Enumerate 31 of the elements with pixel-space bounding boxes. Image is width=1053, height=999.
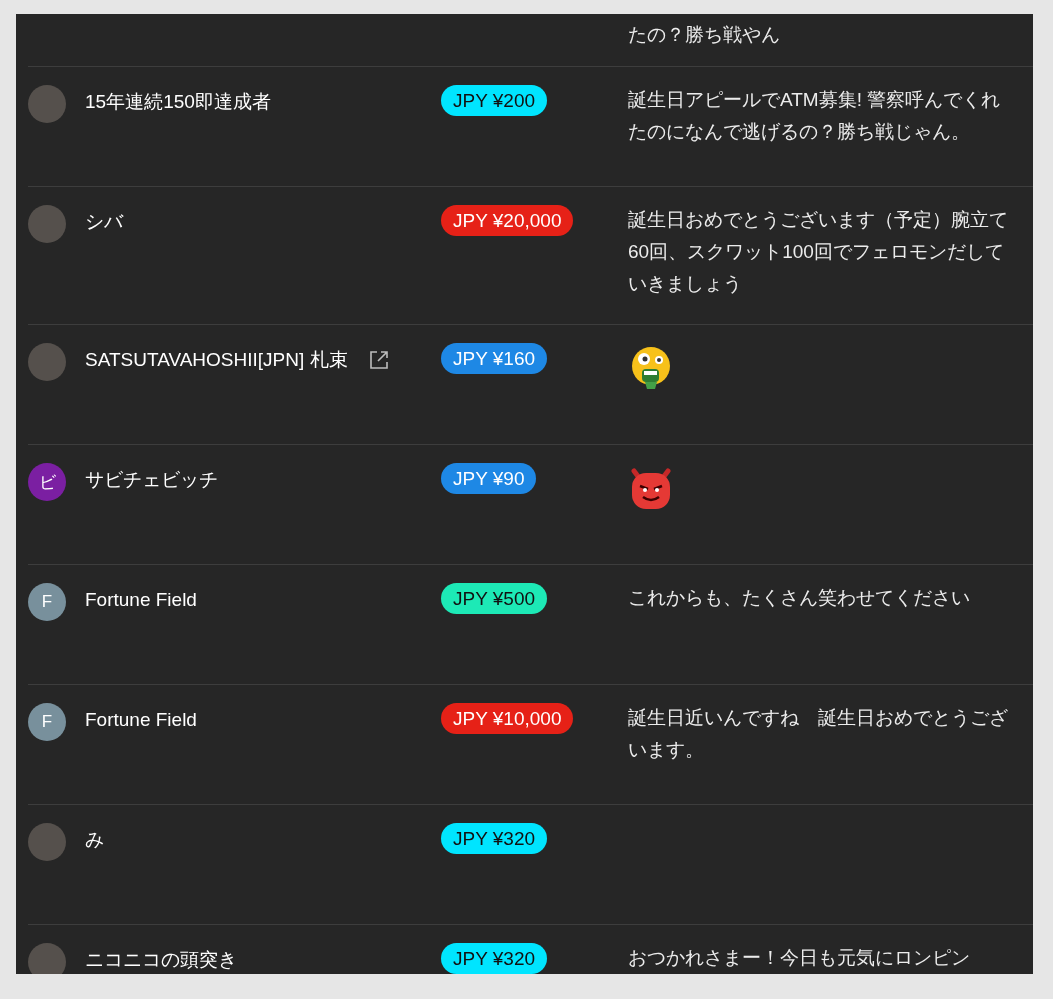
user-name: SATSUTAVAHOSHII[JPN] 札束	[85, 348, 348, 372]
message-text: 誕生日近いんですね 誕生日おめでとうございます。	[628, 706, 1009, 762]
message-text: 誕生日アピールでATM募集! 警察呼んでくれたのになんで逃げるの？勝ち戦じゃん。	[628, 88, 1002, 144]
avatar-photo	[28, 85, 66, 123]
amount-badge: JPY ¥10,000	[441, 703, 574, 734]
user-name: シバ	[85, 210, 123, 234]
amount-badge: JPY ¥320	[441, 943, 548, 974]
user-name: Fortune Field	[85, 708, 197, 732]
avatar-photo	[28, 823, 66, 861]
amount-badge: JPY ¥200	[441, 85, 548, 116]
message-text: おつかれさまー！今日も元気にロンピン	[628, 946, 971, 970]
user-name: Fortune Field	[85, 588, 197, 612]
avatar-photo	[28, 205, 66, 243]
user-name: 15年連続150即達成者	[85, 90, 271, 114]
message-text: たの？勝ち戦やん	[628, 23, 781, 47]
avatar: F	[28, 703, 66, 741]
message-text: これからも、たくさん笑わせてください	[628, 586, 971, 610]
amount-badge: JPY ¥160	[441, 343, 548, 374]
user-name: ニコニコの頭突き	[85, 948, 237, 972]
avatar-photo	[28, 943, 66, 974]
amount-badge: JPY ¥90	[441, 463, 537, 494]
user-name: サビチェビッチ	[85, 468, 218, 492]
amount-badge: JPY ¥20,000	[441, 205, 574, 236]
message-text: 誕生日おめでとうございます（予定）腕立て60回、スクワット100回でフェロモンだしていきましょう	[628, 208, 1009, 296]
user-name: み	[85, 828, 104, 852]
avatar-photo	[28, 343, 66, 381]
amount-badge: JPY ¥500	[441, 583, 548, 614]
avatar: F	[28, 583, 66, 621]
devil-face-icon	[628, 465, 674, 511]
amount-badge: JPY ¥320	[441, 823, 548, 854]
avatar: ビ	[28, 463, 66, 501]
